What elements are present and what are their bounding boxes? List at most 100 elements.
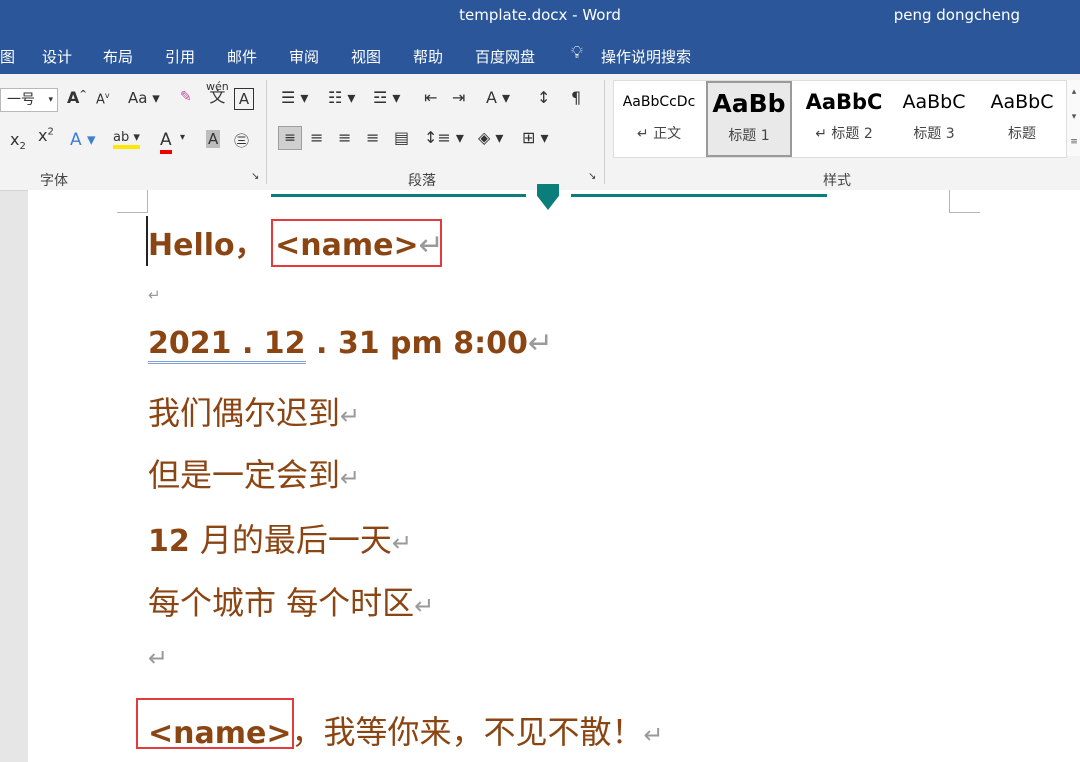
separator	[266, 80, 267, 184]
numbering-icon[interactable]: ☷ ▾	[328, 88, 355, 107]
group-styles-label: 样式	[823, 173, 851, 189]
paragraph-mark: ↵	[340, 402, 361, 430]
header-line-right	[571, 194, 827, 197]
line1-text: 我们偶尔迟到	[148, 394, 341, 432]
tab-references[interactable]: 引用	[165, 46, 195, 67]
paragraph-dialog-launcher-icon[interactable]: ↘	[588, 171, 596, 182]
user-name[interactable]: peng dongcheng	[894, 6, 1020, 24]
borders-icon[interactable]: ⊞ ▾	[522, 128, 549, 147]
paragraph-mark: ↵	[148, 644, 169, 672]
name-highlight-box-2	[136, 698, 294, 749]
style-heading-3[interactable]: AaBbC 标题 3	[890, 81, 978, 157]
style-title[interactable]: AaBbC 标题	[978, 81, 1066, 157]
shading-icon[interactable]: ◈ ▾	[478, 128, 503, 147]
superscript-icon[interactable]: x2	[38, 126, 54, 145]
font-size-value: 一号	[7, 92, 35, 108]
header-line-left	[271, 194, 526, 197]
doc-line-2[interactable]: 但是一定会到↵	[148, 450, 360, 496]
style-name: 标题 1	[728, 128, 770, 144]
header-diamond-icon	[537, 184, 559, 210]
bullets-icon[interactable]: ☰ ▾	[281, 88, 308, 107]
tell-me-search[interactable]: 操作说明搜索	[601, 46, 691, 67]
paragraph-mark: ↵	[643, 721, 664, 749]
change-case-icon[interactable]: Aa ▾	[128, 89, 160, 107]
align-right-icon[interactable]: ≡	[338, 128, 351, 147]
doc-line-4[interactable]: 每个城市 每个时区↵	[148, 578, 434, 624]
multilevel-list-icon[interactable]: ☲ ▾	[373, 88, 400, 107]
tab-baidu-netdisk[interactable]: 百度网盘	[475, 46, 535, 67]
group-paragraph-label: 段落	[408, 173, 436, 189]
char-shading-icon[interactable]: A	[206, 130, 221, 148]
align-center-icon[interactable]: ≡	[310, 128, 323, 147]
style-sample: AaBbC	[805, 90, 883, 114]
date-year: 2021	[148, 326, 232, 364]
date-month: 12	[263, 326, 306, 364]
hello-text: Hello，	[148, 228, 265, 263]
char-border-icon[interactable]: A	[234, 88, 254, 110]
paragraph-mark: ↵	[148, 286, 161, 304]
style-name-text: 标题 2	[831, 126, 873, 142]
tab-design[interactable]: 设计	[42, 46, 72, 67]
clear-format-icon[interactable]: ✎	[180, 89, 192, 105]
style-name: 标题	[1008, 126, 1036, 142]
line4-text: 每个城市 每个时区	[148, 584, 415, 622]
ribbon-tabs: 图 设计 布局 引用 邮件 审阅 视图 帮助 百度网盘 💡︎ 操作说明搜索	[0, 32, 1080, 74]
doc-line-3[interactable]: 12 月的最后一天↵	[148, 515, 412, 561]
styles-scroll[interactable]: ▴ ▾ ≡	[1066, 80, 1080, 156]
subscript-icon[interactable]: x2	[10, 130, 26, 152]
paragraph-mark: ↵	[527, 326, 553, 361]
phonetic-guide-icon[interactable]: wén 文	[206, 81, 229, 105]
tab-mailings[interactable]: 邮件	[227, 46, 257, 67]
align-left-icon[interactable]: ≡	[278, 126, 302, 150]
name-highlight-box	[271, 219, 442, 267]
style-sample: AaBbC	[902, 91, 966, 113]
asian-layout-icon[interactable]: A ▾	[486, 88, 510, 107]
justify-icon[interactable]: ≡	[366, 128, 379, 147]
grow-font-icon[interactable]: A^	[67, 88, 87, 107]
line3-number: 12	[148, 524, 190, 559]
increase-indent-icon[interactable]: ⇥	[452, 88, 465, 107]
style-sample: AaBbC	[990, 91, 1054, 113]
show-marks-icon[interactable]: ¶	[571, 88, 581, 107]
chevron-down-icon: ▾	[48, 95, 53, 105]
line3-text: 月的最后一天	[189, 521, 392, 559]
font-size-select[interactable]: 一号 ▾	[0, 88, 58, 112]
enclose-char-icon[interactable]: ㊂	[234, 130, 249, 151]
distributed-icon[interactable]: ▤	[394, 128, 409, 147]
date-sep: .	[231, 326, 264, 364]
margin-mark-right	[949, 190, 980, 213]
tab-layout[interactable]: 布局	[103, 46, 133, 67]
highlight-icon[interactable]: ab ▾	[113, 130, 140, 149]
style-name: ↵ 标题 2	[815, 126, 873, 142]
style-name: ↵ 正文	[636, 126, 682, 142]
group-font-label: 字体	[40, 173, 68, 189]
shrink-font-icon[interactable]: Av	[96, 91, 110, 107]
tab-review[interactable]: 审阅	[289, 46, 319, 67]
style-name: 标题 3	[913, 126, 955, 142]
tab-help[interactable]: 帮助	[413, 46, 443, 67]
style-name-text: 正文	[653, 126, 682, 142]
font-dialog-launcher-icon[interactable]: ↘	[251, 171, 259, 182]
margin-mark-left	[117, 190, 148, 213]
style-heading-2[interactable]: AaBbC ↵ 标题 2	[800, 81, 888, 157]
style-normal[interactable]: AaBbCcDc ↵ 正文	[614, 81, 704, 157]
font-color-icon[interactable]: A	[160, 130, 172, 154]
decrease-indent-icon[interactable]: ⇤	[424, 88, 437, 107]
tab-view[interactable]: 视图	[351, 46, 381, 67]
lightbulb-icon[interactable]: 💡︎	[571, 43, 583, 63]
empty-paragraph[interactable]: ↵	[148, 286, 161, 304]
style-sample: AaBbCcDc	[622, 94, 696, 110]
line5-text: ，我等你来，不见不散！	[291, 713, 644, 751]
styles-gallery: AaBbCcDc ↵ 正文 AaBb 标题 1 AaBbC ↵ 标题 2 AaB…	[613, 80, 1067, 158]
text-effects-icon[interactable]: A ▾	[70, 130, 96, 150]
doc-line-1[interactable]: 我们偶尔迟到↵	[148, 388, 360, 434]
date-rest: . 31 pm 8:00	[305, 326, 528, 361]
doc-line-date[interactable]: 2021 . 12 . 31 pm 8:00↵	[148, 326, 553, 364]
line-spacing-icon[interactable]: ↕≡ ▾	[424, 128, 464, 147]
title-bar: template.docx - Word peng dongcheng	[0, 0, 1080, 32]
chevron-down-icon[interactable]: ▾	[180, 132, 185, 143]
sort-icon[interactable]: ↕	[537, 88, 550, 107]
empty-paragraph-2[interactable]: ↵	[148, 644, 168, 672]
style-heading-1[interactable]: AaBb 标题 1	[706, 81, 792, 157]
tab-insert-partial[interactable]: 图	[0, 46, 15, 67]
